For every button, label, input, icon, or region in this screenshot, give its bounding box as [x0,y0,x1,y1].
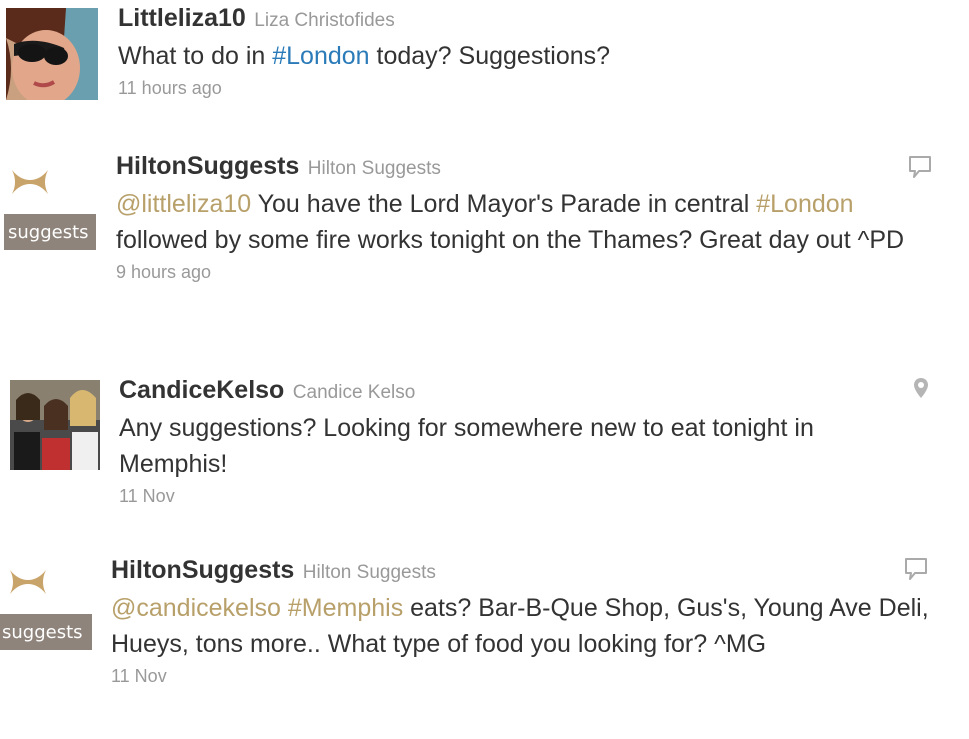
tweet-text-segment [281,594,288,622]
screen-name[interactable]: CandiceKelso [119,376,284,404]
full-name: Candice Kelso [292,382,416,403]
location-button[interactable] [911,376,931,402]
tweet-item: Littleliza10 Liza Christofides What to d… [0,0,969,115]
screen-name[interactable]: HiltonSuggests [111,556,294,584]
hashtag-link[interactable]: #London [756,190,853,218]
full-name: Hilton Suggests [302,562,436,583]
tweet-text-segment: What to do in [118,42,273,70]
avatar[interactable] [10,380,100,470]
timestamp[interactable]: 9 hours ago [116,262,929,283]
location-pin-icon [914,378,928,398]
avatar-image [6,8,98,100]
hashtag-link[interactable]: #London [272,42,369,70]
hashtag-link[interactable]: #Memphis [288,594,403,622]
tweet-text: What to do in #London today? Suggestions… [118,38,929,74]
screen-name[interactable]: Littleliza10 [118,4,246,32]
tweet-item: suggests HiltonSuggests Hilton Suggests … [0,148,969,328]
hilton-logo-icon: suggests [4,166,96,250]
tweet-item: CandiceKelso Candice Kelso Any suggestio… [0,370,969,520]
timestamp[interactable]: 11 Nov [111,666,929,687]
tweet-text-segment: Any suggestions? Looking for somewhere n… [119,414,814,478]
full-name: Liza Christofides [254,10,395,31]
speech-bubble-icon [909,156,931,178]
full-name: Hilton Suggests [307,158,441,179]
avatar-image [10,380,100,470]
avatar-label: suggests [8,222,89,243]
timestamp[interactable]: 11 hours ago [118,78,929,99]
timestamp[interactable]: 11 Nov [119,486,929,507]
avatar-label: suggests [2,622,83,643]
speech-bubble-icon [905,558,927,580]
screen-name[interactable]: HiltonSuggests [116,152,299,180]
tweet-text: Any suggestions? Looking for somewhere n… [119,410,929,482]
tweet-text-segment: today? Suggestions? [369,42,611,70]
tweet-text: @candicekelso #Memphis eats? Bar-B-Que S… [111,590,929,662]
tweet-text-segment: followed by some fire works tonight on t… [116,226,905,254]
avatar[interactable] [6,8,98,100]
mention-link[interactable]: @littleliza10 [116,190,251,218]
reply-button[interactable] [907,154,933,180]
mention-link[interactable]: @candicekelso [111,594,281,622]
reply-button[interactable] [903,556,929,582]
avatar[interactable]: suggests [4,166,96,250]
tweet-text: @littleliza10 You have the Lord Mayor's … [116,186,929,258]
hilton-logo-icon: suggests [0,566,92,650]
tweet-item: suggests HiltonSuggests Hilton Suggests … [0,552,969,739]
tweet-text-segment: You have the Lord Mayor's Parade in cent… [251,190,757,218]
avatar[interactable]: suggests [0,566,92,650]
